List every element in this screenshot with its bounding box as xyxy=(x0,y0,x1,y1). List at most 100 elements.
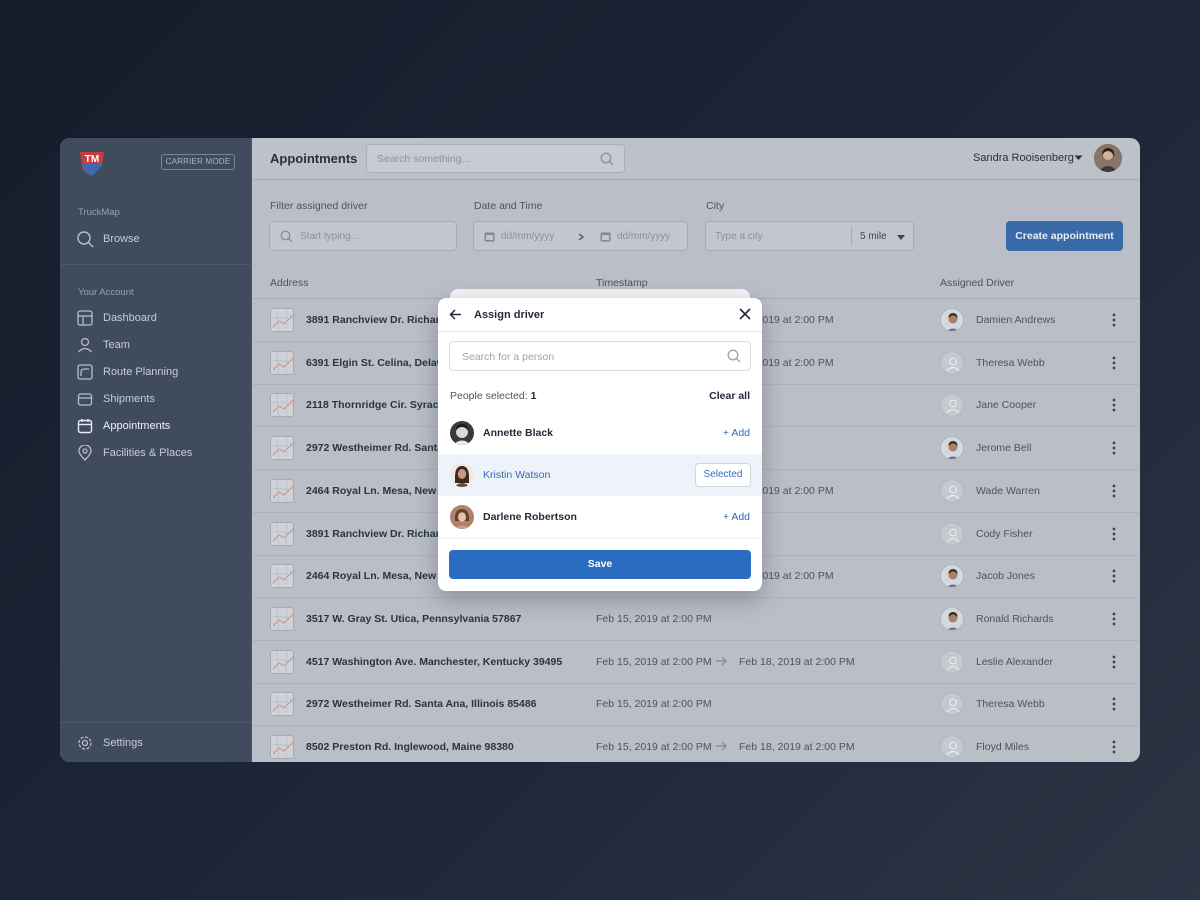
map-thumbnail[interactable] xyxy=(270,564,294,589)
driver-name: Jane Cooper xyxy=(976,399,1037,412)
column-header-address[interactable]: Address xyxy=(270,277,309,289)
sidebar-item-label: Dashboard xyxy=(103,312,157,324)
chevron-right-icon xyxy=(578,233,584,241)
more-options-icon[interactable] xyxy=(1112,612,1116,626)
more-options-icon[interactable] xyxy=(1112,484,1116,498)
more-options-icon[interactable] xyxy=(1112,569,1116,583)
modal-header: Assign driver xyxy=(438,298,762,332)
avatar-placeholder xyxy=(940,478,964,503)
timestamp-end: Feb 18, 2019 at 2:00 PM xyxy=(739,741,855,753)
clear-all-button[interactable]: Clear all xyxy=(709,390,750,402)
svg-text:TM: TM xyxy=(85,154,99,165)
city-filter-field: Type a city 5 mile xyxy=(705,221,914,251)
driver-name: Leslie Alexander xyxy=(976,655,1054,668)
date-time-label: Date and Time xyxy=(474,200,543,212)
filter-driver-input[interactable]: Start typing... xyxy=(269,221,457,251)
sidebar-item-browse[interactable]: Browse xyxy=(76,228,241,250)
more-options-icon[interactable] xyxy=(1112,527,1116,541)
sidebar-item-label: Browse xyxy=(103,233,140,245)
avatar-placeholder xyxy=(940,393,964,418)
divider xyxy=(438,538,762,539)
more-options-icon[interactable] xyxy=(1112,356,1116,370)
more-options-icon[interactable] xyxy=(1112,697,1116,711)
section-label-account: Your Account xyxy=(78,287,134,298)
person-row[interactable]: Annette Black + Add xyxy=(438,412,762,454)
timestamp-start: Feb 15, 2019 at 2:00 PM xyxy=(596,698,712,711)
sidebar-item-dashboard[interactable]: Dashboard xyxy=(76,307,241,329)
map-thumbnail[interactable] xyxy=(270,308,294,332)
divider xyxy=(60,264,252,265)
more-options-icon[interactable] xyxy=(1112,313,1116,327)
sidebar-item-appointments[interactable]: Appointments xyxy=(76,415,241,437)
person-row-selected[interactable]: Kristin Watson Selected xyxy=(438,454,762,496)
more-options-icon[interactable] xyxy=(1112,655,1116,669)
map-thumbnail[interactable] xyxy=(270,735,294,759)
avatar xyxy=(450,505,474,529)
chevron-down-icon[interactable] xyxy=(897,235,905,240)
map-thumbnail[interactable] xyxy=(270,649,294,674)
calendar-icon xyxy=(600,232,611,242)
table-row[interactable]: 2972 Westheimer Rd. Santa Ana, Illinois … xyxy=(252,683,1140,727)
table-row[interactable]: 3517 W. Gray St. Utica, Pennsylvania 578… xyxy=(252,598,1140,641)
sidebar-item-shipments[interactable]: Shipments xyxy=(76,388,241,410)
map-thumbnail[interactable] xyxy=(270,350,294,375)
avatar[interactable] xyxy=(1094,144,1122,172)
arrow-left-icon[interactable] xyxy=(449,308,462,321)
timestamp-end: Feb 18, 2019 at 2:00 PM xyxy=(739,655,855,668)
person-search-input[interactable]: Search for a person xyxy=(449,341,751,371)
map-thumbnail[interactable] xyxy=(270,393,294,418)
create-appointment-button[interactable]: Create appointment xyxy=(1006,221,1123,251)
driver-name: Jacob Jones xyxy=(976,570,1035,583)
box-icon xyxy=(76,390,94,408)
sidebar-item-facilities[interactable]: Facilities & Places xyxy=(76,442,241,464)
save-button[interactable]: Save xyxy=(449,550,751,579)
chevron-down-icon[interactable] xyxy=(1074,155,1083,161)
selected-toggle-button[interactable]: Selected xyxy=(695,463,751,487)
more-options-icon[interactable] xyxy=(1112,740,1116,754)
add-person-button[interactable]: + Add xyxy=(723,511,750,523)
search-icon xyxy=(76,230,94,248)
sidebar-item-label: Team xyxy=(103,339,130,351)
date-range-field[interactable]: dd/mm/yyyy dd/mm/yyyy xyxy=(473,221,688,251)
add-person-button[interactable]: + Add xyxy=(723,427,750,439)
map-thumbnail[interactable] xyxy=(270,436,294,461)
page-title: Appointments xyxy=(270,151,358,166)
arrow-right-icon xyxy=(716,741,727,751)
date-to-input[interactable]: dd/mm/yyyy xyxy=(617,231,670,242)
sidebar-item-route-planning[interactable]: Route Planning xyxy=(76,361,241,383)
avatar xyxy=(940,308,964,332)
city-input[interactable]: Type a city xyxy=(715,231,763,242)
search-icon xyxy=(727,349,741,363)
people-selected-count: People selected: 1 xyxy=(450,390,536,402)
close-icon[interactable] xyxy=(739,308,751,320)
column-header-timestamp[interactable]: Timestamp xyxy=(596,277,648,289)
address-text: 8502 Preston Rd. Inglewood, Maine 98380 xyxy=(306,741,514,753)
table-row[interactable]: 8502 Preston Rd. Inglewood, Maine 98380 F… xyxy=(252,726,1140,762)
map-thumbnail[interactable] xyxy=(270,478,294,503)
search-icon xyxy=(600,152,614,166)
map-thumbnail[interactable] xyxy=(270,692,294,717)
radius-select[interactable]: 5 mile xyxy=(860,231,887,242)
avatar xyxy=(940,436,964,461)
filter-driver-placeholder: Start typing... xyxy=(300,231,359,242)
top-bar: Appointments Search something... Sandra … xyxy=(252,138,1140,180)
avatar-placeholder xyxy=(940,692,964,717)
sidebar-item-settings[interactable]: Settings xyxy=(76,732,241,754)
more-options-icon[interactable] xyxy=(1112,398,1116,412)
avatar xyxy=(450,463,474,487)
map-thumbnail[interactable] xyxy=(270,521,294,546)
more-options-icon[interactable] xyxy=(1112,441,1116,455)
sidebar-item-team[interactable]: Team xyxy=(76,334,241,356)
driver-name: Wade Warren xyxy=(976,484,1040,497)
truckmap-logo[interactable]: TM xyxy=(78,150,106,176)
date-from-input[interactable]: dd/mm/yyyy xyxy=(501,231,554,242)
column-header-driver[interactable]: Assigned Driver xyxy=(940,277,1014,289)
table-row[interactable]: 4517 Washington Ave. Manchester, Kentuck… xyxy=(252,641,1140,684)
map-thumbnail[interactable] xyxy=(270,606,294,631)
route-icon xyxy=(76,363,94,381)
user-name[interactable]: Sandra Rooisenberg xyxy=(973,152,1074,164)
person-row[interactable]: Darlene Robertson + Add xyxy=(438,496,762,538)
driver-name: Cody Fisher xyxy=(976,527,1033,540)
global-search-input[interactable]: Search something... xyxy=(366,144,625,173)
carrier-mode-badge[interactable]: CARRIER MODE xyxy=(161,154,235,170)
